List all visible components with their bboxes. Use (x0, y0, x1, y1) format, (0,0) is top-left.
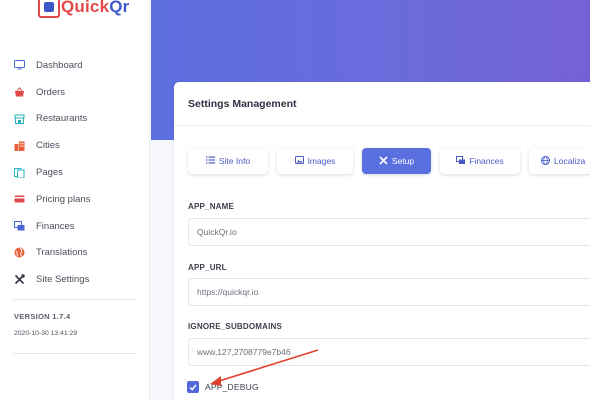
store-icon (13, 113, 25, 125)
tab-label: Setup (391, 156, 415, 166)
globe-icon (13, 247, 25, 259)
sidebar-item-pricing-plans[interactable]: Pricing plans (0, 186, 150, 213)
sidebar-item-label: Cities (36, 140, 60, 152)
sidebar: QuickQr Dashboard Orders Restaurants Cit… (0, 0, 150, 400)
sidebar-item-label: Translations (36, 247, 88, 259)
list-icon (205, 156, 215, 166)
sidebar-item-site-settings[interactable]: Site Settings (0, 266, 150, 293)
settings-card: Settings Management Site Info Images Set… (174, 82, 590, 400)
sidebar-item-orders[interactable]: Orders (0, 79, 150, 106)
sidebar-item-label: Finances (36, 220, 75, 232)
ignore-subdomains-field[interactable] (188, 338, 590, 366)
sidebar-divider (13, 353, 137, 354)
brand-logo[interactable]: QuickQr (38, 0, 130, 20)
app-name-field[interactable] (188, 218, 590, 246)
qr-logo-icon (38, 0, 60, 18)
tab-site-info[interactable]: Site Info (188, 148, 268, 174)
sidebar-item-label: Dashboard (36, 59, 83, 71)
sidebar-item-restaurants[interactable]: Restaurants (0, 106, 150, 133)
sidebar-item-label: Pages (36, 167, 63, 179)
monitor-icon (13, 59, 25, 71)
sidebar-divider (13, 299, 137, 300)
image-icon (294, 156, 304, 166)
sidebar-item-label: Restaurants (36, 113, 88, 125)
page-title: Settings Management (188, 97, 297, 110)
check-icon (189, 384, 197, 391)
tools-icon (13, 274, 25, 286)
tab-images[interactable]: Images (277, 148, 353, 174)
sidebar-nav: Dashboard Orders Restaurants Cities Page… (0, 52, 150, 293)
ignore-subdomains-label: IGNORE_SUBDOMAINS (188, 322, 283, 331)
building-icon (13, 140, 25, 152)
tab-finances[interactable]: Finances (440, 148, 520, 174)
pages-icon (13, 167, 25, 179)
app-debug-checkbox[interactable] (187, 381, 199, 393)
tab-localization[interactable]: Localiza (529, 148, 590, 174)
app-debug-label: APP_DEBUG (205, 382, 259, 392)
build-date: 2020-10-30 13:41:29 (14, 330, 78, 337)
sidebar-item-dashboard[interactable]: Dashboard (0, 52, 150, 79)
sidebar-item-label: Orders (36, 86, 66, 98)
basket-icon (13, 86, 25, 98)
card-header: Settings Management (174, 82, 590, 126)
app-url-field[interactable] (188, 278, 590, 306)
tab-setup[interactable]: Setup (362, 148, 431, 174)
sidebar-item-label: Site Settings (36, 274, 90, 286)
brand-name: QuickQr (61, 0, 130, 16)
card-icon (13, 193, 25, 205)
settings-tabs: Site Info Images Setup Finances Localiza (188, 148, 590, 174)
version-label: VERSION 1.7.4 (14, 312, 71, 321)
tab-label: Finances (469, 156, 504, 166)
tab-label: Images (307, 156, 336, 166)
app-url-label: APP_URL (188, 263, 227, 272)
sidebar-item-pages[interactable]: Pages (0, 159, 150, 186)
tab-label: Localiza (554, 156, 586, 166)
sidebar-item-finances[interactable]: Finances (0, 213, 150, 240)
sidebar-item-translations[interactable]: Translations (0, 240, 150, 267)
sidebar-item-cities[interactable]: Cities (0, 132, 150, 159)
sidebar-item-label: Pricing plans (36, 193, 91, 205)
finance-icon (456, 156, 466, 166)
tools-icon (379, 155, 388, 167)
globe-icon (541, 155, 550, 167)
app-name-label: APP_NAME (188, 202, 235, 211)
tab-label: Site Info (218, 156, 251, 166)
finance-icon (13, 220, 25, 232)
